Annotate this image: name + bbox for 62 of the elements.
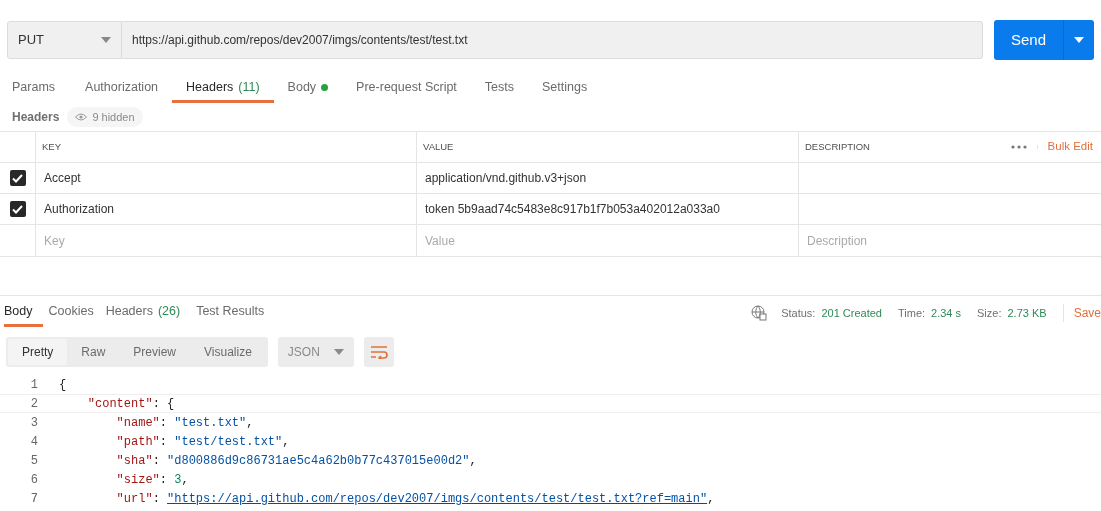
line-number: 5 xyxy=(29,452,39,470)
line-number: 4 xyxy=(29,433,39,451)
caret-icon xyxy=(1074,37,1084,43)
tab[interactable]: Headers (26) xyxy=(99,296,191,327)
send-options-button[interactable] xyxy=(1063,20,1094,60)
column-header: DESCRIPTION xyxy=(805,139,871,154)
header-value: application/vnd.github.v3+json xyxy=(425,170,587,187)
line-number: 7 xyxy=(29,490,39,508)
tab[interactable]: Body xyxy=(273,71,343,103)
send-button[interactable]: Send xyxy=(994,20,1063,60)
caret-icon xyxy=(101,37,111,43)
wrap-lines-icon[interactable] xyxy=(363,337,394,367)
size-label: Size: xyxy=(977,305,1002,321)
view-mode-tab[interactable]: Preview xyxy=(119,339,191,365)
tab[interactable]: Headers (11) xyxy=(172,71,274,103)
view-mode-tab[interactable]: Raw xyxy=(67,339,120,365)
tab[interactable]: Params xyxy=(12,71,72,103)
tab[interactable]: Tests xyxy=(470,71,529,103)
line-number: 2 xyxy=(29,395,39,413)
headers-label: Headers xyxy=(12,109,60,126)
caret-icon xyxy=(333,349,344,355)
column-header: KEY xyxy=(42,139,61,154)
time-value: 2.34 s xyxy=(931,305,962,321)
column-header: VALUE xyxy=(423,139,454,154)
format-dropdown[interactable]: JSON xyxy=(277,337,354,367)
view-mode-tab[interactable]: Visualize xyxy=(190,339,266,365)
eye-icon xyxy=(75,113,88,121)
header-key: Accept xyxy=(44,169,81,187)
tab[interactable]: Body xyxy=(4,296,43,327)
tab[interactable]: Test Results xyxy=(190,296,271,327)
code-line: "size": 3, xyxy=(115,471,189,489)
code-line: "content": { xyxy=(86,395,175,413)
line-number: 3 xyxy=(29,414,39,432)
code-line: "url": "https://api.github.com/repos/dev2007/imgs/contents/test/test.txt?ref=main", xyxy=(115,490,715,508)
key-input[interactable]: Key xyxy=(36,225,417,256)
view-mode-tab[interactable]: Pretty xyxy=(8,339,68,365)
globe-icon[interactable] xyxy=(751,305,768,321)
value-input[interactable]: Value xyxy=(417,225,799,256)
line-number: 1 xyxy=(29,376,39,394)
tab[interactable]: Authorization xyxy=(71,71,173,103)
code-line: { xyxy=(59,376,67,394)
time-label: Time: xyxy=(897,305,926,321)
status-label: Status: xyxy=(781,305,816,321)
code-line: "path": "test/test.txt", xyxy=(115,433,290,451)
bulk-edit-link[interactable]: Bulk Edit xyxy=(1037,138,1095,156)
url-field[interactable]: https://api.github.com/repos/dev2007/imgs/contents/test/test.txt xyxy=(122,21,983,59)
tab[interactable]: Cookies xyxy=(42,296,100,327)
checkbox[interactable] xyxy=(9,170,26,186)
header-value: token 5b9aad74c5483e8c917b1f7b053a402012a033a0 xyxy=(425,201,720,218)
tab[interactable]: Settings xyxy=(528,71,602,103)
description-input[interactable]: Description xyxy=(799,225,1101,256)
code-line: "sha": "d800886d9c86731ae5c4a62b0b77c437015e00d2", xyxy=(115,452,477,470)
checkbox[interactable] xyxy=(9,201,26,217)
method-dropdown[interactable]: PUT xyxy=(7,21,122,59)
hidden-headers-toggle[interactable]: 9 hidden xyxy=(67,107,143,127)
save-response-link[interactable]: Save xyxy=(1062,304,1101,322)
line-number: 6 xyxy=(29,471,39,489)
code-line: "name": "test.txt", xyxy=(115,414,254,432)
tab[interactable]: Pre-request Script xyxy=(342,71,471,103)
size-value: 2.73 KB xyxy=(1007,305,1047,321)
header-key: Authorization xyxy=(44,200,115,218)
status-value: 201 Created xyxy=(821,305,882,321)
